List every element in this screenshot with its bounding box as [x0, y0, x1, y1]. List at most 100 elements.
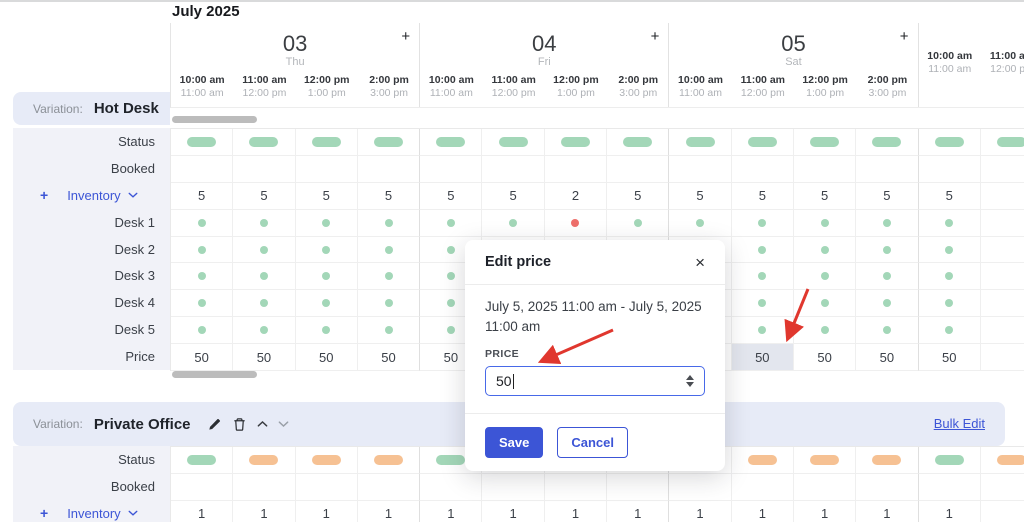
cell-booked-col2[interactable]: [233, 474, 295, 501]
cell-desk-1-col2[interactable]: [233, 210, 295, 237]
cell-inventory-col3[interactable]: 1: [296, 501, 358, 522]
cell-desk-5-col2[interactable]: [233, 317, 295, 344]
cell-desk-2-col1[interactable]: [171, 237, 233, 264]
cell-inventory-col4[interactable]: 1: [358, 501, 420, 522]
cell-inventory-col2[interactable]: 1: [233, 501, 295, 522]
cell-desk-1-col5[interactable]: [420, 210, 482, 237]
cell-desk-3-col11[interactable]: [794, 263, 856, 290]
number-stepper-icon[interactable]: [686, 375, 694, 387]
cell-inventory-col13[interactable]: 1: [919, 501, 981, 522]
cell-desk-5-col1[interactable]: [171, 317, 233, 344]
cell-desk-5-col13[interactable]: [919, 317, 981, 344]
cell-inventory-col7[interactable]: 2: [545, 183, 607, 210]
plus-icon[interactable]: +: [40, 187, 48, 203]
horizontal-scrollbar-thumb[interactable]: [172, 116, 257, 123]
save-button[interactable]: Save: [485, 427, 543, 458]
cell-desk-3-col13[interactable]: [919, 263, 981, 290]
cell-desk-4-col3[interactable]: [296, 290, 358, 317]
cell-desk-1-col1[interactable]: [171, 210, 233, 237]
cell-inventory-col3[interactable]: 5: [296, 183, 358, 210]
cell-desk-4-col1[interactable]: [171, 290, 233, 317]
horizontal-scrollbar-thumb[interactable]: [172, 371, 257, 378]
cell-booked-col9[interactable]: [669, 474, 731, 501]
cell-desk-1-col8[interactable]: [607, 210, 669, 237]
cell-desk-1-col7[interactable]: [545, 210, 607, 237]
cell-booked-col7[interactable]: [545, 156, 607, 183]
cell-desk-4-col10[interactable]: [732, 290, 794, 317]
cell-booked-col10[interactable]: [732, 474, 794, 501]
cell-status-col11[interactable]: [794, 447, 856, 474]
cell-inventory-col5[interactable]: 5: [420, 183, 482, 210]
cell-status-col10[interactable]: [732, 447, 794, 474]
cell-status-col14[interactable]: [981, 447, 1024, 474]
cell-price-col12[interactable]: 50: [856, 344, 918, 371]
cell-desk-3-col1[interactable]: [171, 263, 233, 290]
cell-booked-col14[interactable]: [981, 156, 1024, 183]
cell-price-col14[interactable]: [981, 344, 1024, 371]
cell-status-col12[interactable]: [856, 447, 918, 474]
cell-booked-col3[interactable]: [296, 474, 358, 501]
cell-status-col7[interactable]: [545, 129, 607, 156]
cell-inventory-col10[interactable]: 1: [732, 501, 794, 522]
cell-booked-col3[interactable]: [296, 156, 358, 183]
cell-status-col1[interactable]: [171, 129, 233, 156]
cell-inventory-col14[interactable]: [981, 183, 1024, 210]
cell-price-col10[interactable]: 50: [732, 344, 794, 371]
cell-inventory-col6[interactable]: 5: [482, 183, 544, 210]
cell-status-col14[interactable]: [981, 129, 1024, 156]
cell-desk-1-col12[interactable]: [856, 210, 918, 237]
price-input[interactable]: 50: [485, 366, 705, 396]
cell-desk-2-col2[interactable]: [233, 237, 295, 264]
cell-desk-2-col12[interactable]: [856, 237, 918, 264]
cell-inventory-col11[interactable]: 1: [794, 501, 856, 522]
cell-inventory-col5[interactable]: 1: [420, 501, 482, 522]
cell-desk-5-col10[interactable]: [732, 317, 794, 344]
cell-inventory-col7[interactable]: 1: [545, 501, 607, 522]
cell-price-col13[interactable]: 50: [919, 344, 981, 371]
cell-booked-col4[interactable]: [358, 474, 420, 501]
cell-desk-4-col13[interactable]: [919, 290, 981, 317]
cell-desk-3-col12[interactable]: [856, 263, 918, 290]
cell-booked-col13[interactable]: [919, 156, 981, 183]
move-up-icon[interactable]: [257, 420, 268, 428]
cell-desk-4-col2[interactable]: [233, 290, 295, 317]
cell-desk-2-col4[interactable]: [358, 237, 420, 264]
cell-inventory-col12[interactable]: 5: [856, 183, 918, 210]
cell-status-col1[interactable]: [171, 447, 233, 474]
cell-desk-4-col12[interactable]: [856, 290, 918, 317]
cell-booked-col12[interactable]: [856, 156, 918, 183]
cell-desk-5-col14[interactable]: [981, 317, 1024, 344]
cell-inventory-col1[interactable]: 1: [171, 501, 233, 522]
cell-desk-4-col14[interactable]: [981, 290, 1024, 317]
cell-inventory-col9[interactable]: 5: [669, 183, 731, 210]
cell-inventory-col2[interactable]: 5: [233, 183, 295, 210]
cell-desk-3-col3[interactable]: [296, 263, 358, 290]
cell-inventory-col4[interactable]: 5: [358, 183, 420, 210]
row-label-inventory[interactable]: +Inventory: [13, 500, 170, 522]
cell-status-col13[interactable]: [919, 447, 981, 474]
cell-status-col9[interactable]: [669, 129, 731, 156]
cell-booked-col11[interactable]: [794, 156, 856, 183]
cell-inventory-col8[interactable]: 1: [607, 501, 669, 522]
cell-status-col10[interactable]: [732, 129, 794, 156]
add-slot-button[interactable]: +: [651, 29, 660, 44]
cell-inventory-col11[interactable]: 5: [794, 183, 856, 210]
bulk-edit-link[interactable]: Bulk Edit: [934, 416, 985, 431]
cell-booked-col14[interactable]: [981, 474, 1024, 501]
cell-inventory-col14[interactable]: [981, 501, 1024, 522]
cell-booked-col8[interactable]: [607, 156, 669, 183]
cell-price-col3[interactable]: 50: [296, 344, 358, 371]
cell-inventory-col6[interactable]: 1: [482, 501, 544, 522]
cell-desk-5-col3[interactable]: [296, 317, 358, 344]
cell-desk-3-col14[interactable]: [981, 263, 1024, 290]
cell-desk-1-col9[interactable]: [669, 210, 731, 237]
cell-booked-col6[interactable]: [482, 474, 544, 501]
delete-icon[interactable]: [232, 417, 247, 432]
cell-inventory-col13[interactable]: 5: [919, 183, 981, 210]
cell-desk-3-col4[interactable]: [358, 263, 420, 290]
cell-inventory-col10[interactable]: 5: [732, 183, 794, 210]
cell-status-col3[interactable]: [296, 129, 358, 156]
stepper-up-icon[interactable]: [686, 375, 694, 380]
cell-booked-col6[interactable]: [482, 156, 544, 183]
cell-booked-col10[interactable]: [732, 156, 794, 183]
